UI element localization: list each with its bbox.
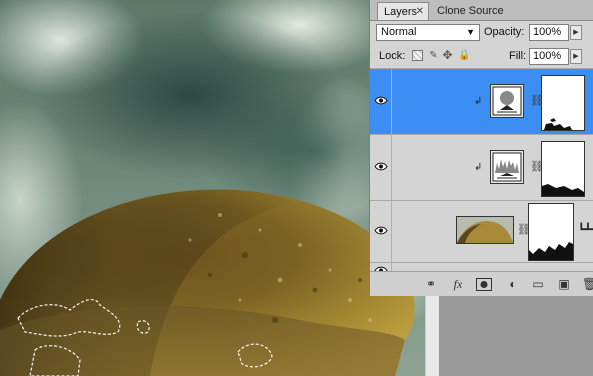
levels-adjustment-icon: [490, 84, 524, 118]
lock-all-icon[interactable]: 🔒: [458, 50, 470, 61]
lock-fill-row: Lock: ✎ ✥ 🔒 Fill: 100% ▶: [370, 46, 593, 69]
layer-row-levels[interactable]: ↲ ⛓: [370, 69, 593, 135]
visibility-column: [370, 201, 392, 262]
trash-icon[interactable]: 🗑: [582, 277, 593, 291]
fill-label: Fill:: [509, 50, 527, 62]
lock-position-move-icon[interactable]: ✥: [442, 49, 453, 61]
chevron-down-icon: ▼: [466, 27, 475, 37]
adjustment-layer-icon[interactable]: ◐: [504, 277, 522, 291]
new-layer-icon[interactable]: ▣: [556, 277, 572, 291]
layers-panel-footer: ⚭ fx ◐ ▭ ▣ 🗑: [370, 271, 593, 296]
clipping-arrow-icon: ↲: [474, 162, 483, 173]
opacity-input[interactable]: 100%: [529, 24, 569, 41]
blend-mode-select[interactable]: Normal ▼: [376, 24, 480, 41]
opacity-slider-toggle[interactable]: ▶: [570, 25, 582, 40]
tab-label: Layers: [384, 6, 418, 18]
fill-slider-toggle[interactable]: ▶: [570, 49, 582, 64]
layers-list: ↲ ⛓ ↲ ⛓ ⛓ ┗┻: [370, 69, 593, 271]
eye-icon[interactable]: [374, 226, 388, 235]
lock-label: Lock:: [379, 50, 406, 62]
blend-mode-value: Normal: [381, 26, 417, 38]
tab-clone-source[interactable]: Clone Source: [431, 2, 511, 20]
lock-image-brush-icon[interactable]: ✎: [428, 50, 439, 61]
close-icon[interactable]: ✕: [416, 3, 424, 21]
layer-mask-thumbnail[interactable]: [541, 141, 585, 197]
add-mask-icon[interactable]: [476, 278, 492, 291]
fx-icon[interactable]: fx: [448, 277, 468, 291]
layer-row-partial[interactable]: [370, 263, 593, 271]
panel-tabs: Layers ✕ Clone Source: [370, 0, 593, 21]
layers-panel: Layers ✕ Clone Source Normal ▼ Opacity: …: [369, 0, 593, 296]
vertical-scrollbar[interactable]: [425, 295, 439, 376]
workspace-background: [430, 295, 593, 376]
curves-adjustment-icon: [490, 150, 524, 184]
layer-row-curves[interactable]: ↲ ⛓: [370, 135, 593, 201]
group-icon[interactable]: ▭: [530, 277, 546, 291]
eye-icon[interactable]: [374, 162, 388, 171]
image-layer-thumbnail[interactable]: [456, 216, 514, 244]
fill-input[interactable]: 100%: [529, 48, 569, 65]
opacity-label: Opacity:: [484, 26, 525, 38]
layer-mask-thumbnail[interactable]: [541, 75, 585, 131]
blend-opacity-row: Normal ▼ Opacity: 100% ▶: [370, 21, 593, 45]
tab-label: Clone Source: [437, 5, 504, 17]
link-icon[interactable]: ⚭: [422, 277, 440, 291]
layer-row-image[interactable]: ⛓ ┗┻┛: [370, 201, 593, 263]
lock-transparent-icon[interactable]: [412, 50, 423, 61]
clipping-arrow-icon: ↲: [474, 96, 483, 107]
layer-style-indicator-icon: ┗┻┛: [578, 224, 593, 236]
visibility-column: [370, 135, 392, 200]
layer-mask-thumbnail[interactable]: [528, 203, 574, 261]
visibility-column: [370, 263, 392, 271]
tab-layers[interactable]: Layers ✕: [377, 2, 429, 20]
eye-icon[interactable]: [374, 96, 388, 105]
visibility-column: [370, 69, 392, 134]
